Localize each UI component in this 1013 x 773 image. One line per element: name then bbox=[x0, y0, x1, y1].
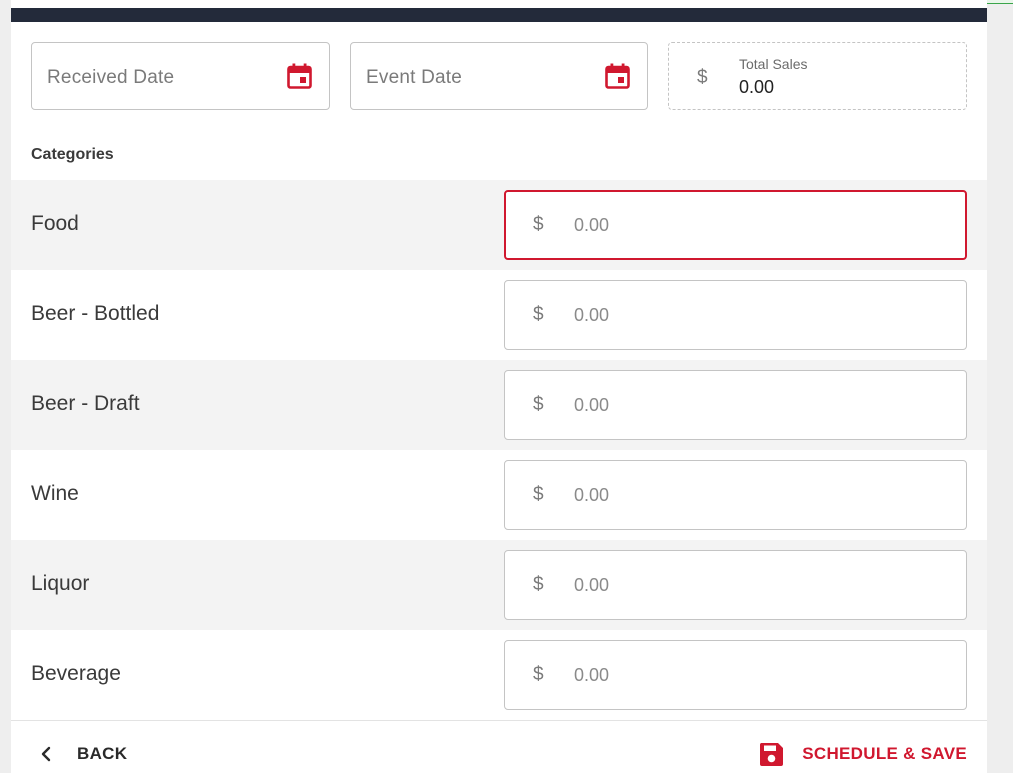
sales-entry-panel: Received Date Event Date $ Total Sales 0… bbox=[11, 0, 987, 773]
back-button[interactable]: BACK bbox=[37, 737, 127, 771]
currency-symbol: $ bbox=[533, 484, 544, 505]
calendar-icon[interactable] bbox=[287, 63, 312, 89]
liquor-amount-input[interactable]: $ 0.00 bbox=[504, 550, 967, 620]
calendar-icon[interactable] bbox=[605, 63, 630, 89]
total-sales-label: Total Sales bbox=[739, 56, 808, 72]
category-row-beer-bottled: Beer - Bottled $ 0.00 bbox=[11, 270, 987, 360]
currency-symbol: $ bbox=[533, 304, 544, 325]
category-row-wine: Wine $ 0.00 bbox=[11, 450, 987, 540]
category-row-liquor: Liquor $ 0.00 bbox=[11, 540, 987, 630]
amount-value: 0.00 bbox=[574, 665, 610, 685]
received-date-placeholder: Received Date bbox=[47, 67, 175, 88]
schedule-save-label: SCHEDULE & SAVE bbox=[802, 744, 967, 763]
floppy-disk-icon bbox=[760, 742, 784, 766]
schedule-save-button[interactable]: SCHEDULE & SAVE bbox=[759, 737, 967, 771]
amount-value: 0.00 bbox=[574, 575, 610, 595]
category-name: Food bbox=[31, 212, 79, 235]
currency-symbol: $ bbox=[533, 664, 544, 685]
category-row-beer-draft: Beer - Draft $ 0.00 bbox=[11, 360, 987, 450]
category-name: Beer - Draft bbox=[31, 392, 140, 415]
amount-value: 0.00 bbox=[574, 395, 610, 415]
currency-symbol: $ bbox=[533, 394, 544, 415]
currency-symbol: $ bbox=[533, 574, 544, 595]
total-sales-value: 0.00 bbox=[739, 77, 775, 97]
categories-heading: Categories bbox=[31, 146, 114, 163]
wine-amount-input[interactable]: $ 0.00 bbox=[504, 460, 967, 530]
category-name: Beer - Bottled bbox=[31, 302, 160, 325]
amount-value: 0.00 bbox=[574, 485, 610, 505]
category-name: Liquor bbox=[31, 572, 90, 595]
amount-value: 0.00 bbox=[574, 215, 610, 235]
received-date-field[interactable]: Received Date bbox=[31, 42, 330, 110]
category-name: Beverage bbox=[31, 662, 121, 685]
food-amount-input[interactable]: $ 0.00 bbox=[504, 190, 967, 260]
amount-value: 0.00 bbox=[574, 305, 610, 325]
beverage-amount-input[interactable]: $ 0.00 bbox=[504, 640, 967, 710]
header-bar bbox=[11, 8, 987, 22]
currency-symbol: $ bbox=[533, 214, 544, 235]
beer-bottled-amount-input[interactable]: $ 0.00 bbox=[504, 280, 967, 350]
category-row-beverage: Beverage $ 0.00 bbox=[11, 630, 987, 720]
currency-symbol: $ bbox=[697, 67, 708, 88]
form-footer: BACK SCHEDULE & SAVE bbox=[11, 720, 987, 773]
event-date-placeholder: Event Date bbox=[366, 67, 462, 88]
category-name: Wine bbox=[31, 482, 79, 505]
total-sales-field: $ Total Sales 0.00 bbox=[668, 42, 967, 110]
event-date-field[interactable]: Event Date bbox=[350, 42, 648, 110]
back-button-label: BACK bbox=[77, 744, 128, 763]
chevron-left-icon bbox=[41, 746, 51, 762]
category-row-food: Food $ 0.00 bbox=[11, 180, 987, 270]
beer-draft-amount-input[interactable]: $ 0.00 bbox=[504, 370, 967, 440]
